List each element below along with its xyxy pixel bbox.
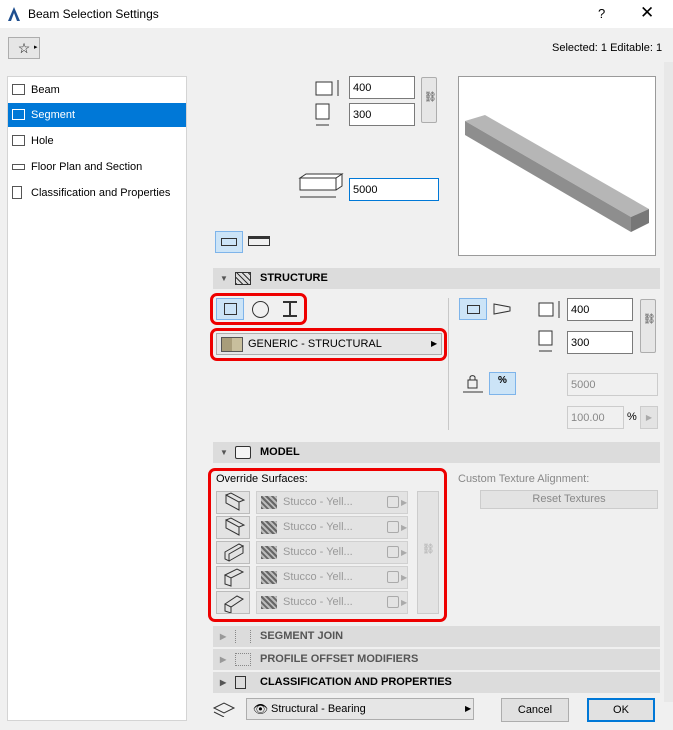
model-section-header[interactable]: ▼ MODEL — [213, 442, 660, 463]
lock-icon[interactable] — [462, 373, 484, 395]
layer-dropdown[interactable]: 👁 Structural - Bearing ▶ — [246, 698, 474, 720]
width-icon — [315, 103, 330, 126]
classification-section-header[interactable]: ▶ CLASSIFICATION AND PROPERTIES — [213, 672, 660, 693]
percent-toggle[interactable]: % — [489, 372, 516, 395]
selection-info: Selected: 1 Editable: 1 — [552, 42, 663, 54]
join-icon — [235, 630, 251, 643]
sidebar-item-floor-plan[interactable]: Floor Plan and Section — [8, 155, 186, 179]
sidebar-item-hole[interactable]: Hole — [8, 129, 186, 153]
link-toggle[interactable] — [421, 77, 437, 123]
uniform-section-button[interactable] — [459, 298, 487, 320]
hatch-icon — [235, 272, 251, 285]
document-icon — [12, 186, 22, 199]
straight-beam-icon — [221, 238, 237, 246]
rectangle-icon — [467, 305, 480, 314]
scrollbar[interactable] — [664, 62, 673, 702]
star-icon: ☆ — [17, 40, 31, 56]
segment-icon — [12, 109, 25, 120]
tapered-section-button[interactable] — [492, 302, 512, 316]
floor-plan-icon — [12, 164, 25, 170]
straight-beam-button[interactable] — [215, 231, 243, 253]
highlight-profile-type — [210, 293, 307, 325]
width-icon — [538, 330, 553, 352]
close-button[interactable]: ✕ — [640, 3, 654, 23]
expand-triangle-icon: ▶ — [220, 655, 227, 664]
beam-3d-preview — [465, 115, 649, 232]
window-title: Beam Selection Settings — [28, 7, 159, 21]
document-icon — [235, 676, 246, 689]
segment-join-section-header[interactable]: ▶ SEGMENT JOIN — [213, 626, 660, 647]
texture-alignment-label: Custom Texture Alignment: — [458, 473, 590, 485]
layer-icon — [212, 702, 236, 717]
help-button[interactable]: ? — [598, 6, 605, 21]
height-icon — [315, 80, 339, 96]
length-icon — [298, 173, 344, 198]
structure-height-input[interactable] — [567, 298, 633, 321]
model-icon — [235, 446, 251, 459]
profile-offset-section-header[interactable]: ▶ PROFILE OFFSET MODIFIERS — [213, 649, 660, 670]
height-icon — [538, 301, 560, 318]
divider — [448, 298, 449, 430]
structure-width-input[interactable] — [567, 331, 633, 354]
chevron-right-icon: ▶ — [465, 704, 472, 713]
highlight-building-material — [210, 328, 447, 361]
cancel-button[interactable]: Cancel — [501, 698, 569, 722]
beam-preview — [458, 76, 656, 256]
collapse-triangle-icon: ▼ — [220, 448, 228, 457]
hole-icon — [12, 135, 25, 146]
beam-length-input[interactable] — [349, 178, 439, 201]
eye-icon: 👁 — [253, 702, 269, 716]
sidebar-item-segment[interactable]: Segment — [8, 103, 186, 127]
percent-options-button[interactable]: ▶ — [640, 406, 658, 429]
end-offset-input[interactable] — [567, 373, 658, 396]
curved-beam-button[interactable] — [248, 236, 270, 246]
beam-icon — [12, 84, 25, 95]
percent-label: % — [627, 411, 637, 423]
archicad-logo-icon — [8, 7, 20, 21]
ok-button[interactable]: OK — [587, 698, 655, 722]
favorites-button[interactable]: ☆ ▸ — [8, 37, 40, 59]
beam-height-input[interactable] — [349, 76, 415, 99]
sidebar: Beam Segment Hole Floor Plan and Section… — [7, 76, 187, 721]
offset-icon — [235, 653, 251, 666]
sidebar-item-beam[interactable]: Beam — [8, 78, 186, 102]
percent-input[interactable] — [567, 406, 624, 429]
collapse-triangle-icon: ▼ — [220, 274, 228, 283]
reset-textures-button[interactable]: Reset Textures — [480, 490, 658, 509]
expand-triangle-icon: ▶ — [220, 632, 227, 641]
highlight-override-surfaces — [208, 468, 447, 622]
structure-section-header[interactable]: ▼ STRUCTURE — [213, 268, 660, 289]
title-bar: Beam Selection Settings ? ✕ — [0, 0, 673, 28]
beam-width-input[interactable] — [349, 103, 415, 126]
structure-link-toggle[interactable] — [640, 299, 656, 353]
chevron-right-icon: ▸ — [34, 44, 38, 51]
expand-triangle-icon: ▶ — [220, 678, 227, 687]
sidebar-item-classification[interactable]: Classification and Properties — [8, 181, 186, 205]
